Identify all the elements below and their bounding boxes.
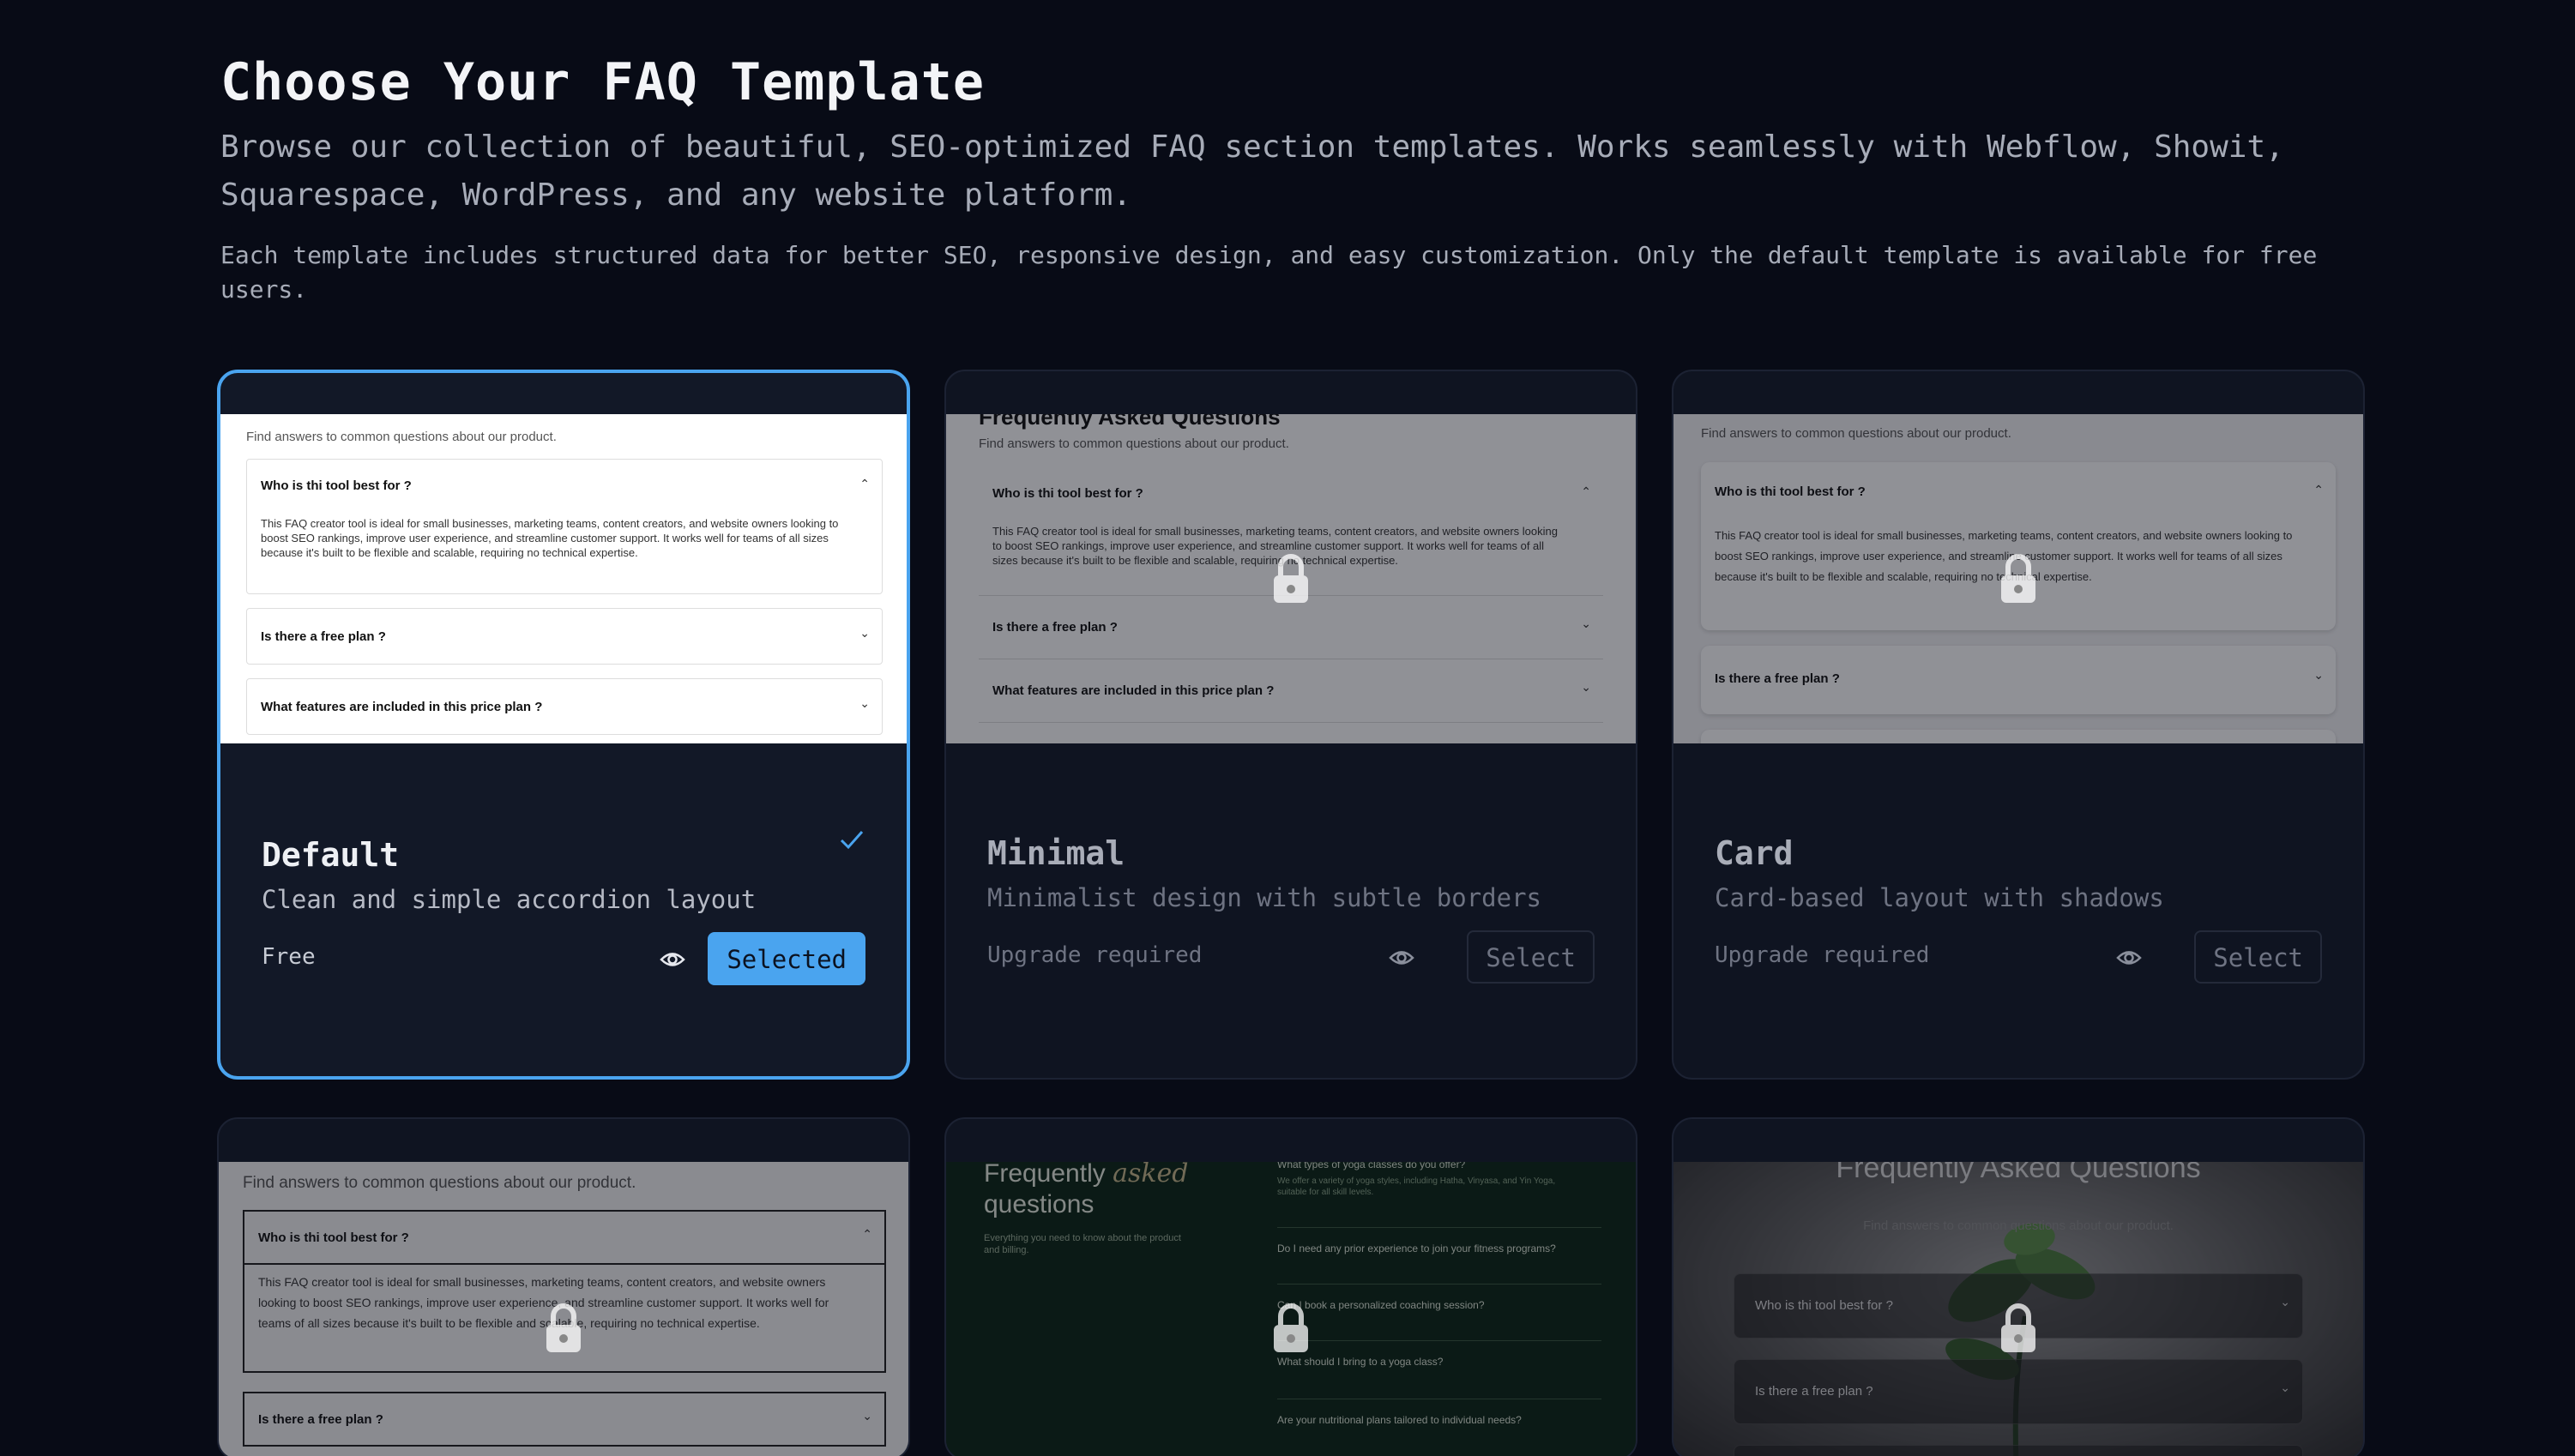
preview-question: What features are included in this price…	[261, 700, 543, 714]
template-price: Free	[262, 944, 316, 970]
chevron-up-icon: ⌃	[859, 477, 870, 490]
template-card-yoga[interactable]: Frequently asked questions Everything yo…	[944, 1117, 1637, 1456]
lock-icon	[1274, 554, 1308, 603]
chevron-down-icon: ⌄	[2313, 668, 2324, 682]
eye-icon[interactable]	[2116, 947, 2142, 969]
template-info: Minimal Minimalist design with subtle bo…	[987, 831, 1595, 917]
chevron-down-icon: ⌄	[1581, 617, 1591, 630]
chevron-down-icon: ⌄	[1581, 680, 1591, 694]
page-title: Choose Your FAQ Template	[220, 52, 985, 112]
lock-icon	[1274, 1303, 1308, 1352]
template-card-minimal[interactable]: Frequently Asked Questions Find answers …	[944, 370, 1637, 1080]
select-button[interactable]: Selected	[708, 932, 865, 985]
preview-question: What features are included in this price…	[992, 683, 1275, 698]
preview-title-word: Frequently	[984, 1162, 1106, 1188]
preview-question: Who is thi tool best for ?	[261, 478, 412, 493]
preview-answer: We offer a variety of yoga styles, inclu…	[1277, 1176, 1556, 1197]
lock-icon	[546, 1303, 581, 1352]
template-card-default[interactable]: Find answers to common questions about o…	[217, 370, 910, 1080]
eye-icon[interactable]	[1389, 947, 1414, 969]
preview-question: Who is thi tool best for ?	[258, 1230, 409, 1245]
preview-question: Is there a free plan ?	[1715, 671, 1840, 686]
template-footer: Upgrade required Select	[987, 930, 1595, 985]
divider	[1277, 1340, 1601, 1341]
page-header: Choose Your FAQ Template Browse our coll…	[220, 48, 2365, 307]
preview-subtitle: Find answers to common questions about o…	[246, 430, 557, 444]
lock-icon	[2001, 1303, 2035, 1352]
preview-question: Can I book a personalized coaching sessi…	[1277, 1299, 1485, 1311]
select-button[interactable]: Select	[2194, 930, 2322, 984]
preview-question: Is there a free plan ?	[261, 629, 386, 644]
page-note: Each template includes structured data f…	[220, 241, 2318, 304]
template-preview-glass: Frequently Asked Questions Find answers …	[1673, 1162, 2363, 1456]
preview-subtitle: Find answers to common questions about o…	[243, 1174, 636, 1192]
chevron-up-icon: ⌃	[1581, 484, 1591, 498]
template-card-glass[interactable]: Frequently Asked Questions Find answers …	[1672, 1117, 2365, 1456]
template-preview-minimal: Frequently Asked Questions Find answers …	[946, 414, 1636, 743]
preview-title-word: questions	[984, 1190, 1095, 1218]
divider	[1277, 1284, 1601, 1285]
lock-icon	[2001, 554, 2035, 603]
preview-accordion-item: What features are included in this price…	[979, 659, 1603, 723]
preview-question: Who is thi tool best for ?	[1715, 484, 1866, 499]
template-description: Minimalist design with subtle borders	[987, 883, 1542, 912]
preview-question: Is there a free plan ?	[992, 620, 1118, 635]
preview-question: Who is thi tool best for ?	[992, 486, 1143, 501]
preview-question: Is there a free plan ?	[258, 1412, 383, 1427]
template-name: Default	[262, 836, 400, 874]
template-info: Card Card-based layout with shadows	[1715, 831, 2322, 917]
chevron-up-icon: ⌃	[2313, 483, 2324, 496]
preview-accordion-item: Is there a free plan ? ⌄	[1734, 1359, 2303, 1424]
template-footer: Upgrade required Select	[1715, 930, 2322, 985]
preview-subtitle: Find answers to common questions about o…	[979, 436, 1289, 451]
chevron-down-icon: ⌄	[2280, 1295, 2290, 1309]
template-card-card[interactable]: Find answers to common questions about o…	[1672, 370, 2365, 1080]
check-icon	[840, 831, 864, 850]
divider	[1277, 1227, 1601, 1228]
template-price: Upgrade required	[1715, 942, 1930, 968]
eye-icon[interactable]	[660, 948, 685, 971]
chevron-down-icon: ⌄	[862, 1409, 872, 1423]
preview-title-accent: asked	[1113, 1162, 1189, 1188]
preview-accordion-item: Is there a free plan ? ⌄	[1701, 646, 2336, 714]
preview-title: Frequently asked questions	[984, 1162, 1189, 1220]
template-preview-default: Find answers to common questions about o…	[220, 414, 907, 743]
chevron-down-icon: ⌄	[2280, 1381, 2290, 1394]
preview-accordion-item	[1701, 730, 2336, 743]
preview-title: Frequently Asked Questions	[979, 414, 1281, 430]
template-preview-yoga: Frequently asked questions Everything yo…	[946, 1162, 1636, 1456]
template-preview-bordered: Find answers to common questions about o…	[219, 1162, 908, 1456]
preview-subtitle: Find answers to common questions about o…	[1701, 426, 2011, 441]
template-description: Clean and simple accordion layout	[262, 885, 757, 914]
chevron-down-icon: ⌄	[859, 696, 870, 710]
preview-accordion-item	[1734, 1445, 2303, 1456]
template-name: Minimal	[987, 834, 1125, 872]
preview-question: What should I bring to a yoga class?	[1277, 1356, 1444, 1368]
select-button[interactable]: Select	[1467, 930, 1595, 984]
template-footer: Free Selected	[262, 932, 865, 987]
preview-question: What types of yoga classes do you offer?	[1277, 1162, 1466, 1170]
template-card-bordered[interactable]: Find answers to common questions about o…	[217, 1117, 910, 1456]
preview-answer: This FAQ creator tool is ideal for small…	[261, 517, 839, 559]
chevron-up-icon: ⌃	[862, 1227, 872, 1241]
preview-title: Frequently Asked Questions	[1836, 1162, 2201, 1184]
page-subtitle: Browse our collection of beautiful, SEO-…	[220, 129, 2284, 213]
preview-accordion-item: Who is thi tool best for ? ⌃	[243, 1210, 886, 1265]
preview-question: Are your nutritional plans tailored to i…	[1277, 1414, 1522, 1426]
template-info: Default Clean and simple accordion layou…	[262, 831, 865, 918]
chevron-down-icon: ⌄	[859, 626, 870, 640]
template-preview-card: Find answers to common questions about o…	[1673, 414, 2363, 743]
preview-accordion-item: Is there a free plan ? ⌄	[246, 608, 883, 665]
preview-subtitle: Everything you need to know about the pr…	[984, 1233, 1181, 1255]
preview-accordion-item: Is there a free plan ? ⌄	[243, 1392, 886, 1447]
preview-question: Is there a free plan ?	[1755, 1384, 1873, 1399]
preview-accordion-item: Who is thi tool best for ? ⌃ This FAQ cr…	[246, 459, 883, 594]
template-description: Card-based layout with shadows	[1715, 883, 2164, 912]
template-name: Card	[1715, 834, 1794, 872]
preview-question: Do I need any prior experience to join y…	[1277, 1242, 1556, 1254]
preview-subtitle: Find answers to common questions about o…	[1863, 1218, 2174, 1233]
preview-accordion-item: What features are included in this price…	[246, 678, 883, 735]
template-price: Upgrade required	[987, 942, 1203, 968]
preview-question: Who is thi tool best for ?	[1755, 1298, 1893, 1313]
